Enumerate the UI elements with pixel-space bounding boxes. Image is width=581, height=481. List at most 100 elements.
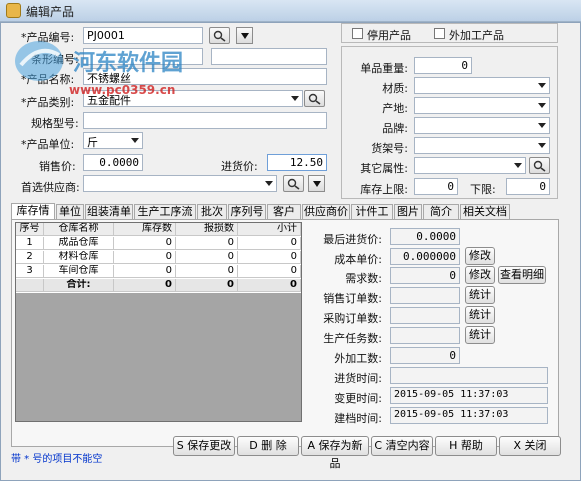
- search-icon: [533, 160, 545, 172]
- grid-cell: 1: [16, 237, 44, 250]
- search-icon: [287, 178, 299, 190]
- save-as-new-button[interactable]: A 保存为新品: [301, 436, 369, 470]
- table-row[interactable]: 3 车间仓库 0 0 0: [16, 265, 301, 278]
- tab-panel-stock: 序号 仓库名称 库存数 报损数 小计 1 成品仓库 0 0 0 2 材料仓库 0 0 0 3 车间仓库 0 0 0 合计…: [11, 219, 559, 447]
- outsourced-product-checkbox[interactable]: [434, 28, 445, 39]
- tab-10[interactable]: 简介: [423, 204, 459, 219]
- search-icon: [308, 93, 320, 105]
- watermark: 河东软件园 www.pc0359.cn: [11, 35, 211, 97]
- table-total-row[interactable]: 合计: 0 0 0: [16, 279, 301, 292]
- grid-cell: 0: [176, 251, 238, 264]
- tab-11[interactable]: 相关文档: [460, 204, 510, 219]
- origin-select[interactable]: [414, 97, 550, 114]
- attributes-panel: 单品重量: 0 材质: 产地: 品牌: 货架号: 其它属性: 库存上限: 0 下…: [341, 46, 558, 199]
- buy-price-input[interactable]: 12.50: [267, 154, 327, 171]
- sales-order-value: [390, 287, 460, 304]
- stock-grid[interactable]: 序号 仓库名称 库存数 报损数 小计 1 成品仓库 0 0 0 2 材料仓库 0 0 0 3 车间仓库 0 0 0 合计…: [15, 222, 302, 422]
- view-detail-button[interactable]: 查看明细: [498, 266, 546, 284]
- chevron-down-icon: [538, 83, 546, 88]
- tab-9[interactable]: 图片: [394, 204, 422, 219]
- material-select[interactable]: [414, 77, 550, 94]
- chevron-down-icon: [265, 181, 273, 186]
- tab-5[interactable]: 序列号: [228, 204, 266, 219]
- grid-cell: 材料仓库: [44, 251, 114, 264]
- clear-button[interactable]: C 清空内容: [371, 436, 433, 456]
- stock-lower-input[interactable]: 0: [506, 178, 550, 195]
- help-button[interactable]: H 帮助: [435, 436, 497, 456]
- stock-lower-label: 下限:: [470, 183, 496, 196]
- modify-demand-button[interactable]: 修改: [465, 266, 495, 284]
- material-label: 材质:: [382, 82, 408, 95]
- tab-4[interactable]: 批次: [197, 204, 227, 219]
- title-bar: 编辑产品: [0, 0, 581, 22]
- grid-cell: 0: [114, 265, 176, 278]
- supplier-label: 首选供应商:: [21, 181, 80, 194]
- spec-label: 规格型号:: [31, 117, 79, 130]
- cost-price-label: 成本单价:: [334, 253, 382, 266]
- changed-time-label: 变更时间:: [334, 392, 382, 405]
- search-code-button[interactable]: [209, 27, 230, 44]
- stock-upper-input[interactable]: 0: [414, 178, 458, 195]
- chevron-down-icon: [538, 143, 546, 148]
- grid-cell: 0: [238, 237, 301, 250]
- modify-cost-button[interactable]: 修改: [465, 247, 495, 265]
- category-label: *产品类别:: [21, 96, 75, 109]
- tab-8[interactable]: 计件工资: [351, 204, 393, 232]
- grid-cell: 报损数: [176, 223, 238, 236]
- table-row[interactable]: 2 材料仓库 0 0 0: [16, 251, 301, 264]
- outsourced-qty-value: 0: [390, 347, 460, 364]
- tab-0[interactable]: 库存情况: [11, 203, 55, 231]
- supplier-dropdown-button[interactable]: [308, 175, 325, 192]
- grid-cell: 0: [114, 251, 176, 264]
- outsourced-product-label: 外加工产品: [449, 29, 504, 42]
- purchase-order-label: 采购订单数:: [323, 312, 382, 325]
- shelf-select[interactable]: [414, 137, 550, 154]
- sale-price-input[interactable]: 0.0000: [83, 154, 143, 171]
- close-button[interactable]: X 关闭: [499, 436, 561, 456]
- sales-order-stats-button[interactable]: 统计: [465, 286, 495, 304]
- other-attr-select[interactable]: [414, 157, 526, 174]
- grid-cell: 0: [114, 279, 176, 292]
- production-task-stats-button[interactable]: 统计: [465, 326, 495, 344]
- grid-cell: 车间仓库: [44, 265, 114, 278]
- delete-button[interactable]: D 删 除: [237, 436, 299, 456]
- save-changes-button[interactable]: S 保存更改: [173, 436, 235, 456]
- brand-select[interactable]: [414, 117, 550, 134]
- production-task-label: 生产任务数:: [323, 332, 382, 345]
- other-attr-search-button[interactable]: [529, 157, 550, 174]
- supplier-select[interactable]: [83, 175, 277, 192]
- cost-price-value: 0.000000: [390, 248, 460, 265]
- production-task-value: [390, 327, 460, 344]
- brand-label: 品牌:: [382, 122, 408, 135]
- purchase-order-stats-button[interactable]: 统计: [465, 306, 495, 324]
- grid-cell: 2: [16, 251, 44, 264]
- disabled-product-checkbox[interactable]: [352, 28, 363, 39]
- tab-1[interactable]: 单位2: [56, 204, 84, 232]
- chevron-down-icon: [514, 163, 522, 168]
- tab-7[interactable]: 供应商价: [302, 204, 350, 219]
- created-time-label: 建档时间:: [334, 412, 382, 425]
- sales-order-label: 销售订单数:: [323, 292, 382, 305]
- category-search-button[interactable]: [304, 90, 325, 107]
- tab-3[interactable]: 生产工序流程: [134, 204, 196, 232]
- chevron-down-icon: [538, 103, 546, 108]
- weight-input[interactable]: 0: [414, 57, 472, 74]
- grid-cell: 库存数: [114, 223, 176, 236]
- tab-2[interactable]: 组装清单: [85, 204, 133, 219]
- supplier-search-button[interactable]: [283, 175, 304, 192]
- origin-label: 产地:: [382, 102, 408, 115]
- grid-cell: 小计: [238, 223, 301, 236]
- outsourced-qty-label: 外加工数:: [334, 352, 382, 365]
- edit-product-window: *产品编号: PJ0001 条形编号: *产品名称: 不锈螺丝 *产品类别: 五…: [0, 22, 581, 481]
- code-dropdown-button[interactable]: [236, 27, 253, 44]
- grid-cell: 0: [238, 251, 301, 264]
- tab-6[interactable]: 客户价: [267, 204, 301, 232]
- unit-select[interactable]: 斤: [83, 132, 143, 149]
- grid-cell: 合计:: [44, 279, 114, 292]
- weight-label: 单品重量:: [360, 62, 408, 75]
- table-header[interactable]: 序号 仓库名称 库存数 报损数 小计: [16, 223, 301, 236]
- grid-cell: 0: [176, 279, 238, 292]
- barcode-extra-input[interactable]: [211, 48, 327, 65]
- table-row[interactable]: 1 成品仓库 0 0 0: [16, 237, 301, 250]
- spec-input[interactable]: [83, 112, 327, 129]
